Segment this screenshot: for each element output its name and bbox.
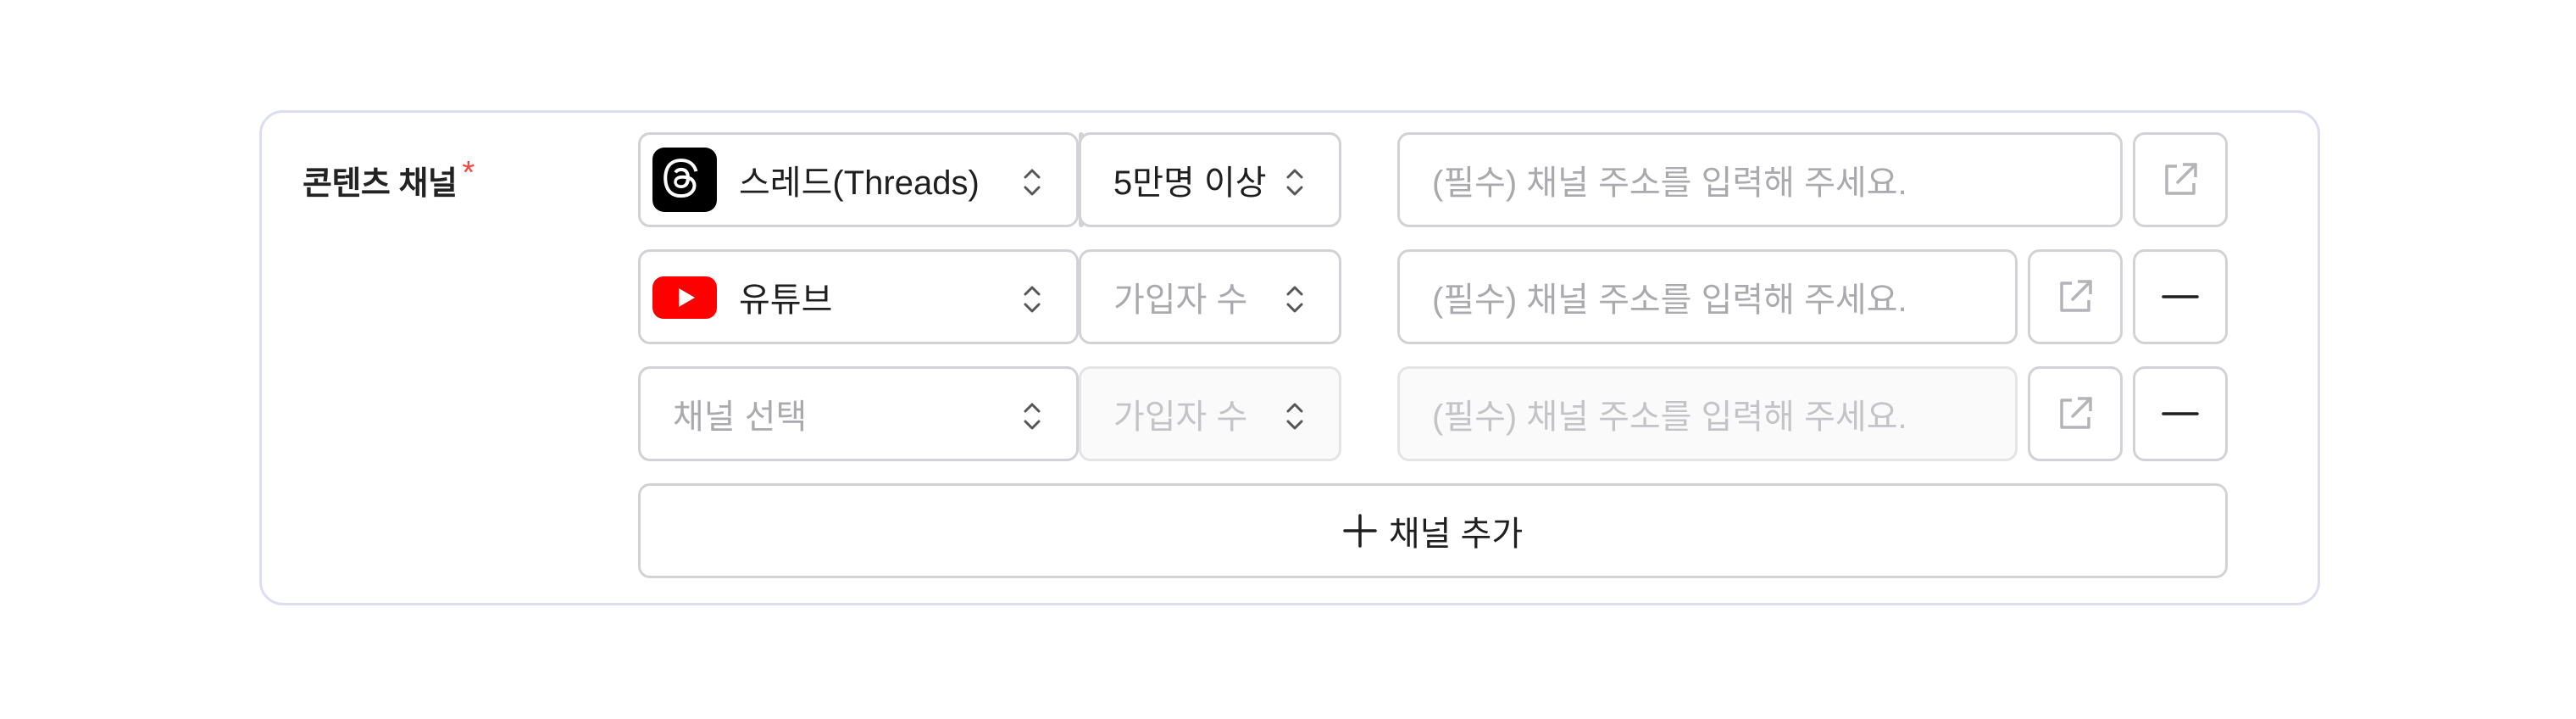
subscribers-select-2[interactable]: 가입자 수 [1079, 249, 1341, 344]
chevron-up-down-icon [1286, 286, 1303, 313]
chevron-up-down-icon [1024, 286, 1041, 313]
open-link-button-2[interactable] [2028, 249, 2123, 344]
minus-icon [2162, 295, 2199, 298]
chevron-up-down-icon [1024, 169, 1041, 196]
field-label-text: 콘텐츠 채널 [303, 166, 458, 202]
channel-select-2-value: 유튜브 [739, 281, 833, 319]
channel-address-input-2-placeholder: (필수) 채널 주소를 입력해 주세요. [1432, 281, 1907, 319]
channel-select-3[interactable]: 채널 선택 [638, 366, 1079, 461]
required-mark: * [462, 155, 475, 191]
open-link-button-1[interactable] [2133, 132, 2228, 227]
chevron-up-down-icon [1286, 403, 1303, 430]
external-link-icon [2060, 397, 2092, 429]
channel-select-1[interactable]: 스레드(Threads) [638, 132, 1079, 227]
chevron-up-down-icon [1024, 403, 1041, 430]
remove-channel-button-3[interactable] [2133, 366, 2228, 461]
content-channel-card: 콘텐츠 채널 * 스레드(Threads) 5만명 이상 (필수) 채널 주소를… [259, 110, 2320, 605]
subscribers-select-3[interactable]: 가입자 수 [1079, 366, 1341, 461]
channel-select-3-placeholder: 채널 선택 [673, 399, 808, 436]
channel-select-2[interactable]: 유튜브 [638, 249, 1079, 344]
channel-address-input-2[interactable]: (필수) 채널 주소를 입력해 주세요. [1397, 249, 2018, 344]
threads-logo-icon [652, 148, 717, 212]
external-link-icon [2060, 280, 2092, 312]
channel-select-1-value: 스레드(Threads) [739, 164, 980, 202]
subscribers-select-1[interactable]: 5만명 이상 [1079, 132, 1341, 227]
subscribers-select-1-value: 5만명 이상 [1113, 164, 1267, 202]
channel-address-input-1-placeholder: (필수) 채널 주소를 입력해 주세요. [1432, 164, 1907, 202]
external-link-icon [2165, 163, 2197, 195]
subscribers-select-2-placeholder: 가입자 수 [1113, 281, 1248, 319]
remove-channel-button-2[interactable] [2133, 249, 2228, 344]
youtube-logo-icon [652, 276, 717, 319]
channel-address-input-1[interactable]: (필수) 채널 주소를 입력해 주세요. [1397, 132, 2123, 227]
open-link-button-3[interactable] [2028, 366, 2123, 461]
subscribers-select-3-placeholder: 가입자 수 [1113, 399, 1248, 436]
plus-icon [1343, 514, 1377, 548]
add-channel-label: 채널 추가 [1388, 516, 1524, 553]
channel-address-input-3[interactable]: (필수) 채널 주소를 입력해 주세요. [1397, 366, 2018, 461]
minus-icon [2162, 412, 2199, 415]
add-channel-button[interactable]: 채널 추가 [638, 483, 2228, 578]
chevron-up-down-icon [1286, 169, 1303, 196]
channel-address-input-3-placeholder: (필수) 채널 주소를 입력해 주세요. [1432, 399, 1907, 436]
field-label: 콘텐츠 채널 * [303, 157, 475, 203]
